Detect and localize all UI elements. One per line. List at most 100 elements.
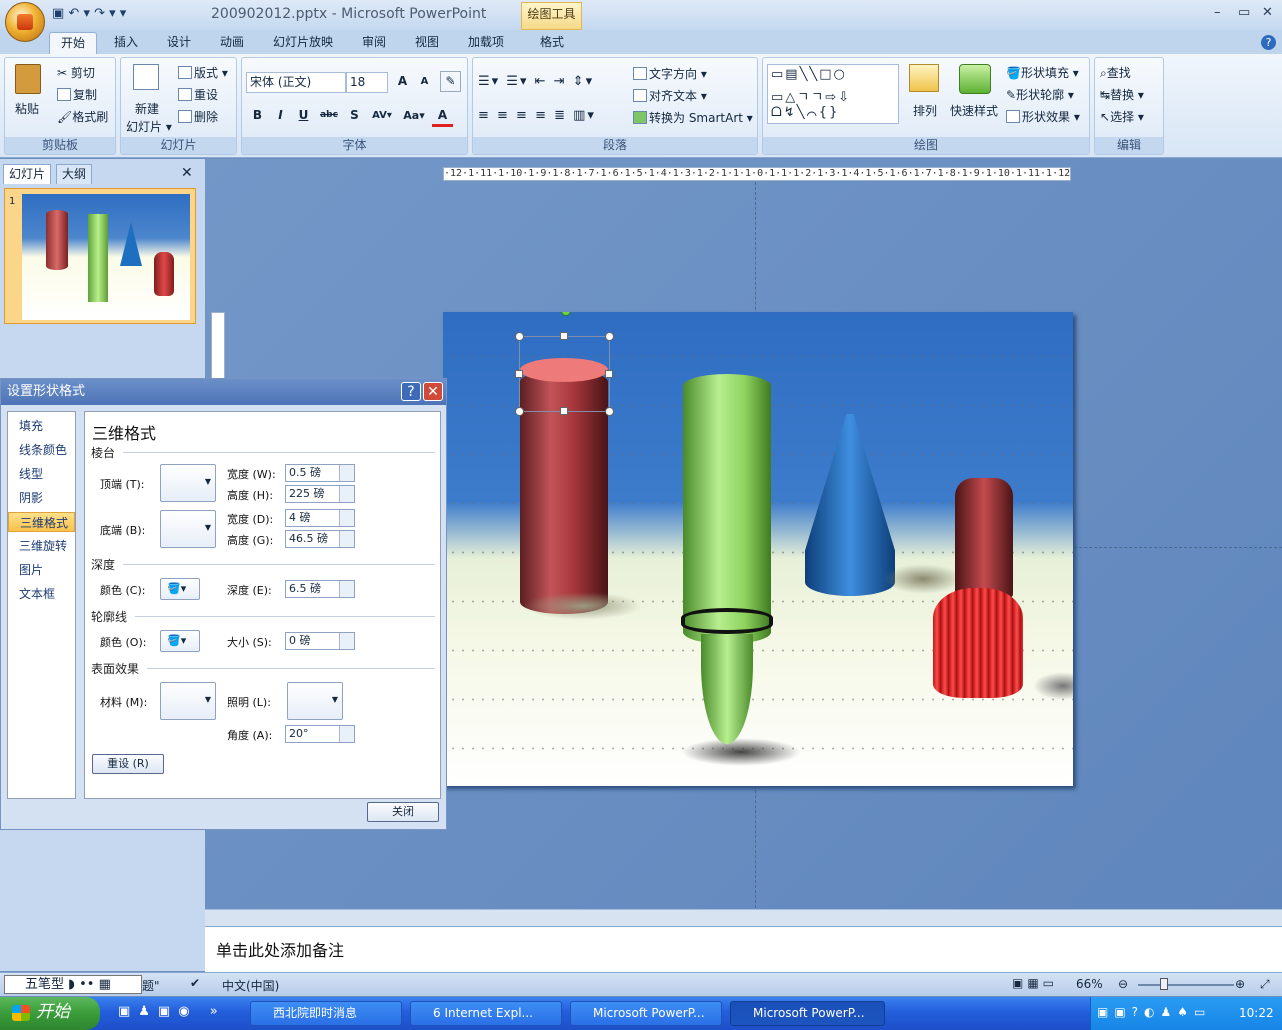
horizontal-scrollbar[interactable]: [205, 909, 1282, 926]
contour-color-picker[interactable]: 🪣▾: [160, 630, 200, 652]
layout-button[interactable]: 版式 ▾: [178, 64, 228, 81]
clear-format-button[interactable]: ✎: [440, 71, 461, 92]
taskbar-item-ppt-1[interactable]: Microsoft PowerP...: [570, 1001, 722, 1026]
dialog-close-button[interactable]: 关闭: [367, 802, 439, 822]
shapes-gallery[interactable]: ▭▤╲╲□○ ▭△ㄱㄱ⇨⇩ ᗝ↯╲⌒{}: [767, 64, 899, 124]
ime-toolbar[interactable]: 五笔型 ◗ •• ▦: [4, 975, 142, 994]
list-buttons[interactable]: ☰▾ ☰▾ ⇤ ⇥ ⇕▾: [478, 74, 594, 89]
tab-design[interactable]: 设计: [159, 32, 199, 54]
italic-button[interactable]: I: [270, 106, 291, 127]
reset-button[interactable]: 重设: [178, 86, 218, 103]
shadow-button[interactable]: S: [344, 106, 365, 127]
zoom-out-icon[interactable]: ⊖: [1118, 977, 1128, 991]
align-buttons[interactable]: ≡ ≡ ≡ ≡ ≣ ▥▾: [478, 108, 596, 123]
help-icon[interactable]: ?: [1261, 35, 1276, 50]
taskbar-item-ppt-2[interactable]: Microsoft PowerP...: [730, 1001, 885, 1026]
shape-fill-button[interactable]: 🪣形状填充 ▾: [1006, 64, 1079, 81]
select-button[interactable]: ↖选择 ▾: [1100, 108, 1144, 125]
tab-addins[interactable]: 加载项: [462, 32, 510, 54]
font-size-combo[interactable]: 18: [346, 72, 388, 93]
resize-handle-w[interactable]: [515, 370, 523, 378]
nav-line-color[interactable]: 线条颜色: [8, 440, 75, 460]
smartart-button[interactable]: 转换为 SmartArt ▾: [633, 109, 753, 126]
tray-icons[interactable]: ▣▣?◐♟♠▭: [1097, 1005, 1211, 1019]
resize-handle-e[interactable]: [605, 370, 613, 378]
resize-handle-ne[interactable]: [605, 332, 614, 341]
char-spacing-button[interactable]: AV▾: [367, 106, 397, 127]
notes-pane[interactable]: 单击此处添加备注: [205, 926, 1282, 972]
view-buttons[interactable]: ▣▦▭: [1012, 976, 1058, 990]
font-name-combo[interactable]: 宋体 (正文): [246, 72, 346, 93]
nav-line-style[interactable]: 线型: [8, 464, 75, 484]
resize-handle-nw[interactable]: [515, 332, 524, 341]
reset-3d-button[interactable]: 重设 (R): [92, 754, 164, 774]
shapes-row-1[interactable]: ▭▤╲╲□○: [771, 67, 847, 82]
find-button[interactable]: ⌕查找: [1100, 64, 1131, 81]
taskbar-item-im[interactable]: 西北院即时消息: [250, 1001, 402, 1026]
tab-slides-pane[interactable]: 幻灯片: [3, 164, 52, 184]
tab-home[interactable]: 开始: [49, 32, 97, 54]
tab-slideshow[interactable]: 幻灯片放映: [267, 32, 339, 54]
resize-handle-sw[interactable]: [515, 407, 524, 416]
shapes-row-3[interactable]: ᗝ↯╲⌒{}: [771, 105, 839, 120]
fit-window-icon[interactable]: ⤢: [1260, 977, 1270, 992]
selection-box[interactable]: [519, 336, 610, 412]
nav-picture[interactable]: 图片: [8, 560, 75, 580]
quick-launch-icons[interactable]: ▣♟▣◉ »: [118, 1004, 226, 1019]
height2-input[interactable]: 46.5 磅: [285, 530, 355, 548]
taskbar-item-ie[interactable]: 6 Internet Expl...: [410, 1001, 562, 1026]
tab-format[interactable]: 格式: [530, 32, 574, 54]
font-color-button[interactable]: A: [432, 106, 453, 127]
office-button[interactable]: [5, 2, 45, 42]
depth-input[interactable]: 6.5 磅: [285, 580, 355, 598]
resize-handle-s[interactable]: [560, 407, 568, 415]
underline-button[interactable]: U: [293, 106, 314, 127]
notes-placeholder[interactable]: 单击此处添加备注: [216, 937, 344, 961]
paste-button[interactable]: 粘贴: [15, 100, 39, 117]
strikethrough-button[interactable]: abc: [316, 106, 342, 127]
dialog-close-icon[interactable]: ✕: [423, 382, 443, 401]
red-bottle-neck[interactable]: [955, 478, 1013, 598]
width2-input[interactable]: 4 磅: [285, 509, 355, 527]
arrange-button[interactable]: 排列: [913, 102, 937, 119]
zoom-slider[interactable]: [1138, 984, 1234, 986]
zoom-slider-thumb[interactable]: [1160, 978, 1168, 990]
resize-handle-se[interactable]: [605, 407, 614, 416]
cut-button[interactable]: ✂ 剪切: [57, 64, 95, 81]
change-case-button[interactable]: Aa▾: [399, 106, 429, 127]
align-text-button[interactable]: 对齐文本 ▾: [633, 87, 707, 104]
size-input[interactable]: 0 磅: [285, 632, 355, 650]
depth-color-picker[interactable]: 🪣▾: [160, 578, 200, 600]
bottom-bevel-gallery[interactable]: [160, 510, 216, 548]
material-gallery[interactable]: [160, 682, 216, 720]
width1-input[interactable]: 0.5 磅: [285, 464, 355, 482]
minimize-button[interactable]: –: [1214, 5, 1221, 20]
spellcheck-icon[interactable]: ✔: [190, 976, 200, 990]
dialog-help-icon[interactable]: ?: [401, 382, 421, 401]
angle-input[interactable]: 20°: [285, 725, 355, 743]
nav-3d-format[interactable]: 三维格式: [8, 512, 75, 532]
slide-canvas[interactable]: [443, 312, 1073, 786]
quick-access-toolbar[interactable]: ▣ ↶ ▾ ↷ ▾ ▾: [52, 6, 126, 21]
resize-handle-n[interactable]: [560, 332, 568, 340]
text-direction-button[interactable]: 文字方向 ▾: [633, 65, 707, 82]
nav-fill[interactable]: 填充: [8, 416, 75, 436]
shape-outline-button[interactable]: ✎形状轮廓 ▾: [1006, 86, 1074, 103]
copy-button[interactable]: 复制: [57, 86, 97, 103]
new-slide-button[interactable]: 新建: [135, 100, 159, 117]
tab-view[interactable]: 视图: [407, 32, 447, 54]
tab-animation[interactable]: 动画: [212, 32, 252, 54]
bold-button[interactable]: B: [247, 106, 268, 127]
new-slide-dropdown[interactable]: 幻灯片 ▾: [126, 118, 172, 135]
shrink-font-button[interactable]: A: [414, 72, 435, 93]
height1-input[interactable]: 225 磅: [285, 485, 355, 503]
tab-review[interactable]: 审阅: [354, 32, 394, 54]
nav-3d-rotation[interactable]: 三维旋转: [8, 536, 75, 556]
shapes-row-2[interactable]: ▭△ㄱㄱ⇨⇩: [771, 86, 851, 105]
close-button[interactable]: ✕: [1262, 5, 1273, 20]
nav-shadow[interactable]: 阴影: [8, 488, 75, 508]
quick-styles-button[interactable]: 快速样式: [950, 102, 998, 119]
grow-font-button[interactable]: A: [392, 72, 413, 93]
nav-text-box[interactable]: 文本框: [8, 584, 75, 604]
format-painter-button[interactable]: 🖌格式刷: [57, 108, 108, 125]
